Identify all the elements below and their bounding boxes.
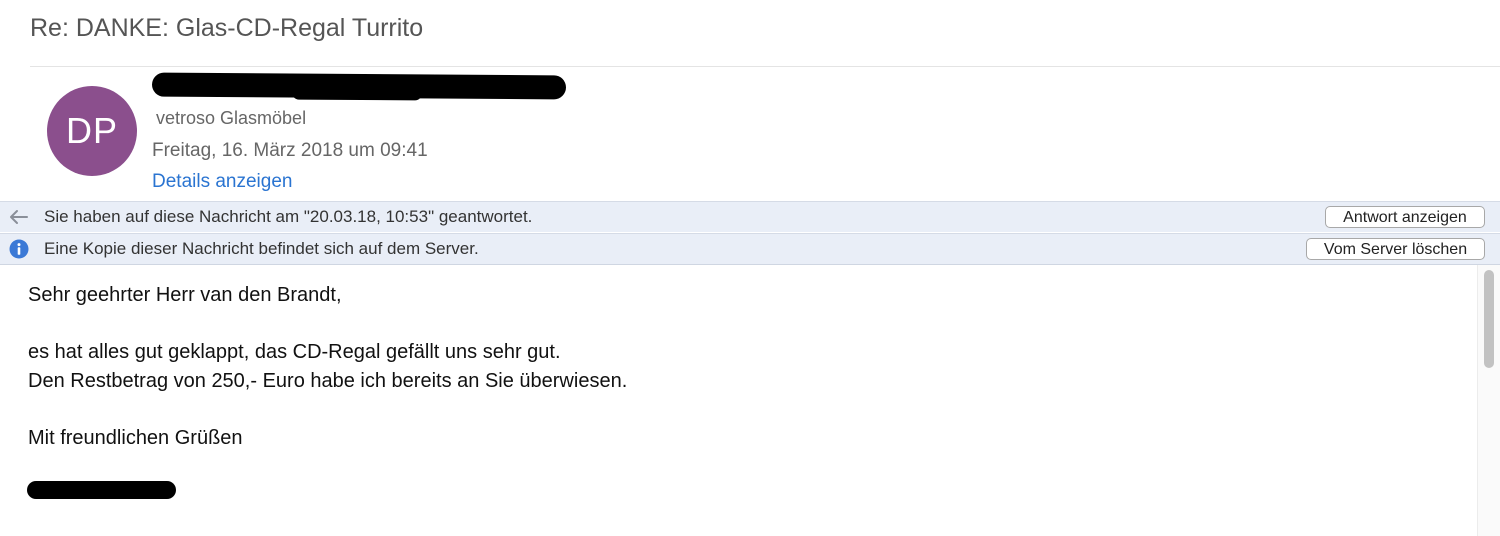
replied-notice-text: Sie haben auf diese Nachricht am "20.03.… [44, 207, 533, 226]
show-details-link[interactable]: Details anzeigen [152, 171, 292, 193]
message-date: Freitag, 16. März 2018 um 09:41 [152, 140, 428, 161]
header-divider [30, 66, 1500, 67]
sender-organization: vetroso Glasmöbel [156, 108, 307, 128]
message-body-text: Sehr geehrter Herr van den Brandt, es ha… [28, 281, 627, 452]
scrollbar-thumb[interactable] [1484, 270, 1494, 368]
server-copy-notice-text: Eine Kopie dieser Nachricht befindet sic… [44, 239, 479, 258]
redacted-signature [27, 481, 176, 499]
show-reply-button[interactable]: Antwort anzeigen [1325, 206, 1485, 228]
info-icon [8, 238, 30, 260]
vertical-scrollbar[interactable] [1477, 265, 1500, 536]
body-blank-line [28, 395, 627, 424]
mail-message-view: Re: DANKE: Glas-CD-Regal Turrito DP vetr… [0, 0, 1500, 536]
message-body: Sehr geehrter Herr van den Brandt, es ha… [0, 265, 1500, 536]
message-subject: Re: DANKE: Glas-CD-Regal Turrito [30, 14, 424, 42]
body-greeting: Sehr geehrter Herr van den Brandt, [28, 284, 342, 306]
back-arrow-icon [8, 206, 30, 228]
body-closing: Mit freundlichen Grüßen [28, 426, 243, 449]
body-line: Den Restbetrag von 250,- Euro habe ich b… [28, 369, 628, 392]
body-blank-line [28, 310, 627, 339]
replied-notice-bar: Sie haben auf diese Nachricht am "20.03.… [0, 201, 1500, 232]
redacted-sender-name [151, 72, 567, 100]
sender-avatar: DP [47, 86, 137, 176]
body-line: es hat alles gut geklappt, das CD-Regal … [28, 341, 561, 363]
server-copy-notice-bar: Eine Kopie dieser Nachricht befindet sic… [0, 233, 1500, 265]
delete-from-server-button[interactable]: Vom Server löschen [1306, 238, 1485, 260]
